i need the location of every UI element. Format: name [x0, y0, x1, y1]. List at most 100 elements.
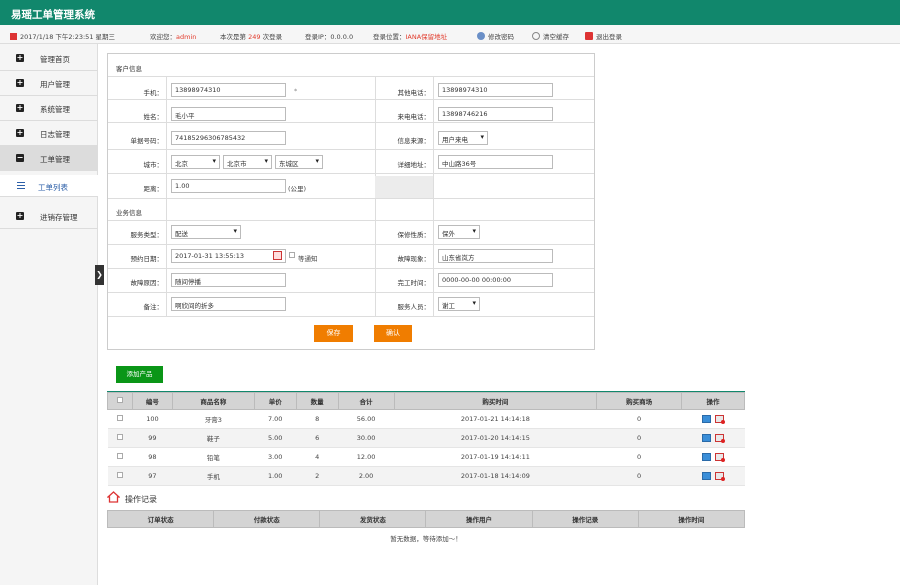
sidebar-item-logs[interactable]: + 日志管理	[0, 121, 98, 146]
save-button[interactable]: 保存	[314, 325, 353, 342]
qty-cell: 2	[296, 466, 339, 486]
fault-reason-input[interactable]: 随间停播	[171, 273, 286, 287]
add-product-button[interactable]: 添加产品	[116, 366, 163, 383]
delete-icon[interactable]	[715, 453, 725, 462]
confirm-button[interactable]: 确认	[374, 325, 412, 342]
distance-input[interactable]: 1.00	[171, 179, 286, 193]
time-cell: 2017-01-20 14:14:15	[394, 428, 597, 448]
row-checkbox[interactable]	[116, 472, 123, 478]
edit-icon[interactable]	[702, 415, 711, 423]
change-password-link[interactable]: 修改密码	[477, 31, 514, 41]
info-source-label: 信息来源：	[397, 137, 431, 145]
location-prefix: 登录位置：	[373, 33, 406, 41]
sidebar-item-home[interactable]: + 管理首页	[0, 46, 98, 71]
finish-time-input[interactable]: 0000-00-00 00:00:00	[438, 273, 553, 287]
delete-icon[interactable]	[715, 472, 725, 481]
edit-icon[interactable]	[702, 472, 711, 480]
datetime: 2017/1/18 下午2:23:51 星期三	[10, 31, 115, 41]
divider	[108, 99, 594, 100]
sidebar-item-system[interactable]: + 系统管理	[0, 96, 98, 121]
row-select-cell	[107, 447, 133, 467]
table-row[interactable]: 97 手机 1.00 2 2.00 2017-01-18 14:14:09 0	[107, 466, 745, 486]
column-header: 购买商场	[596, 392, 683, 410]
welcome: 欢迎您：admin	[150, 31, 196, 41]
wait-notice-checkbox[interactable]	[289, 252, 295, 258]
caller-phone-input[interactable]: 13898746216	[438, 107, 553, 121]
finish-time-label: 完工时间：	[397, 279, 431, 287]
divider	[108, 76, 594, 77]
sidebar-subitem-workorder-list[interactable]: 工单列表	[0, 175, 98, 197]
province-select[interactable]: 北京	[171, 155, 220, 169]
table-row[interactable]: 99 鞋子 5.00 6 30.00 2017-01-20 14:14:15 0	[107, 428, 745, 448]
qty-cell: 6	[296, 428, 339, 448]
home-icon	[107, 491, 120, 503]
datetime-text: 2017/1/18 下午2:23:51 星期三	[20, 33, 116, 41]
warranty-select[interactable]: 保外	[438, 225, 480, 239]
plus-icon: +	[16, 78, 24, 87]
edit-icon[interactable]	[702, 453, 711, 461]
name-input[interactable]: 毛小平	[171, 107, 286, 121]
delete-icon[interactable]	[715, 434, 725, 443]
plus-icon: +	[16, 211, 24, 220]
empty-state-text: 暂无数据，等待添加～！	[390, 535, 462, 543]
sidebar-item-workorders[interactable]: − 工单管理	[0, 146, 98, 171]
location-value: IANA保留地址	[405, 33, 448, 41]
column-header: 合计	[337, 392, 395, 410]
city-label: 城市：	[143, 161, 164, 169]
delete-icon[interactable]	[715, 415, 725, 424]
sidebar-item-inventory[interactable]: + 进销存管理	[0, 204, 98, 229]
name-cell: 鞋子	[172, 428, 255, 448]
sidebar-item-label: 进销存管理	[40, 213, 78, 222]
total-cell: 30.00	[338, 428, 395, 448]
row-select-cell	[107, 409, 133, 429]
name-cell: 手机	[172, 466, 255, 486]
clear-cache-link[interactable]: 清空缓存	[532, 31, 569, 41]
name-cell: 铅笔	[172, 447, 255, 467]
info-source-select[interactable]: 用户来电	[438, 131, 488, 145]
city-select[interactable]: 北京市	[223, 155, 272, 169]
edit-icon[interactable]	[702, 434, 711, 442]
sidebar-toggle-button[interactable]: ❯	[95, 265, 104, 285]
login-count-prefix: 本次是第	[220, 33, 246, 41]
other-phone-input[interactable]: 13898974310	[438, 83, 553, 97]
select-all-header[interactable]	[107, 392, 133, 410]
district-select[interactable]: 东城区	[275, 155, 323, 169]
phone-input[interactable]: 13898974310	[171, 83, 286, 97]
total-cell: 12.00	[338, 447, 395, 467]
mall-cell: 0	[596, 428, 682, 448]
clear-cache-label: 清空缓存	[543, 33, 569, 41]
row-checkbox[interactable]	[116, 415, 123, 421]
order-no-label: 单据号码：	[130, 137, 164, 145]
appointment-date-input[interactable]: 2017-01-31 13:55:13	[171, 249, 286, 263]
divider	[108, 244, 594, 245]
address-input[interactable]: 中山路36号	[438, 155, 553, 169]
order-no-input[interactable]: 74185296306785432	[171, 131, 286, 145]
logout-link[interactable]: 退出登录	[585, 31, 622, 41]
table-header-row: 编号 商品名称 单价 数量 合计 购买时间 购买商场 操作	[107, 392, 745, 410]
fault-input[interactable]: 山东省岚方	[438, 249, 553, 263]
row-checkbox[interactable]	[116, 453, 123, 459]
service-type-select[interactable]: 配送	[171, 225, 241, 239]
actions-cell	[681, 409, 745, 429]
fault-reason-label: 故障原因：	[130, 279, 164, 287]
row-checkbox[interactable]	[116, 434, 123, 440]
divider	[108, 122, 594, 123]
divider	[108, 268, 594, 269]
table-row[interactable]: 100 牙膏3 7.00 8 56.00 2017-01-21 14:14:18…	[107, 409, 745, 429]
price-cell: 5.00	[254, 428, 297, 448]
table-row[interactable]: 98 铅笔 3.00 4 12.00 2017-01-19 14:14:11 0	[107, 447, 745, 467]
id-cell: 100	[132, 409, 173, 429]
appointment-label: 预约日期：	[130, 255, 164, 263]
top-header: 易瑶工单管理系统	[0, 0, 900, 25]
fault-label: 故障现象：	[397, 255, 431, 263]
app-title: 易瑶工单管理系统	[11, 9, 95, 21]
row-select-cell	[107, 466, 133, 486]
remark-input[interactable]: 啊欣间的折多	[171, 297, 286, 311]
calendar-icon[interactable]	[273, 251, 282, 260]
address-label: 详细地址：	[397, 161, 431, 169]
divider	[433, 220, 434, 316]
staff-select[interactable]: 谢工	[438, 297, 480, 311]
row-select-cell	[107, 428, 133, 448]
select-all-checkbox[interactable]	[116, 397, 123, 403]
sidebar-item-users[interactable]: + 用户管理	[0, 71, 98, 96]
